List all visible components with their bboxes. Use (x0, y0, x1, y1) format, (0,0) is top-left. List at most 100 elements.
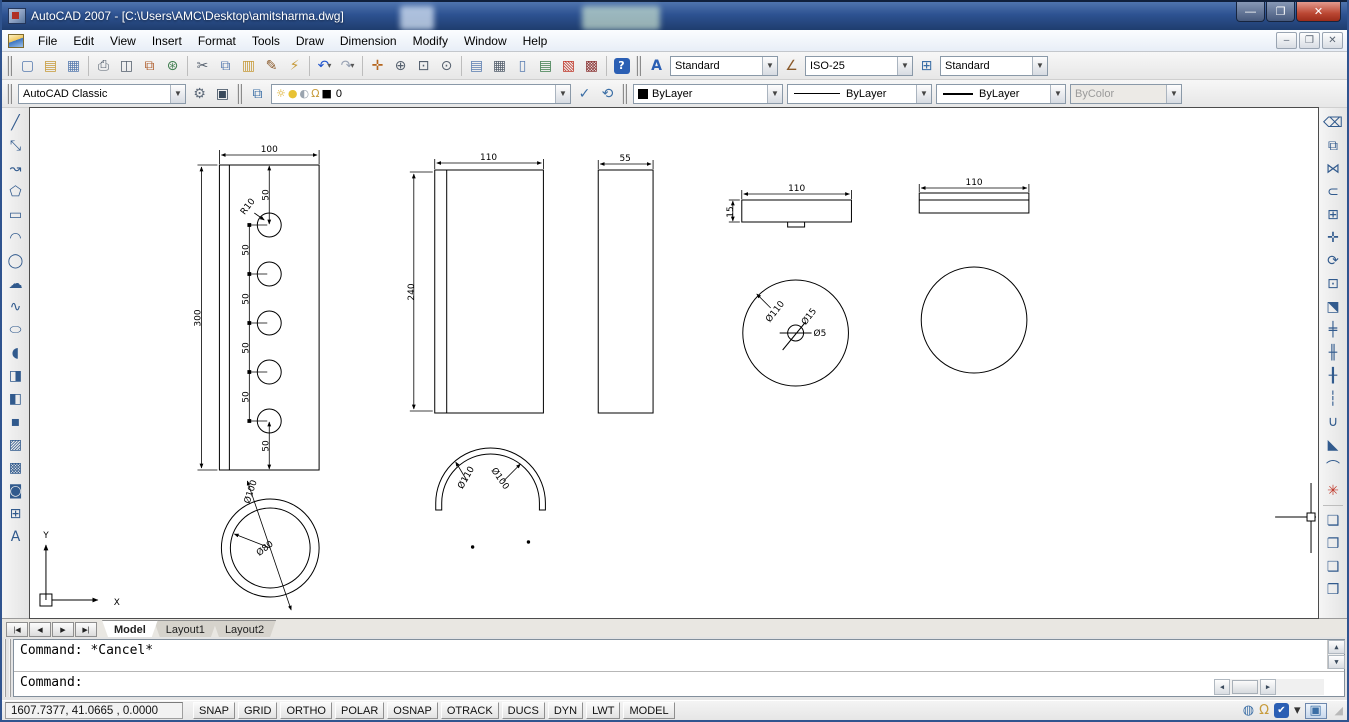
arc-icon[interactable]: ◠ (4, 226, 28, 249)
chevron-down-icon[interactable]: ▼ (1050, 84, 1065, 103)
polygon-icon[interactable]: ⬠ (4, 180, 28, 203)
tab-nav-1[interactable]: ◀ (29, 622, 51, 637)
resize-grip[interactable]: ◢ (1335, 704, 1343, 717)
revision-cloud-icon[interactable]: ☁ (4, 272, 28, 295)
status-toggle-dyn[interactable]: DYN (547, 702, 584, 719)
restore-button[interactable]: ❐ (1266, 2, 1295, 22)
table-icon[interactable]: ⊞ (4, 502, 28, 525)
copy-object-icon[interactable]: ⧉ (1321, 134, 1345, 157)
command-window-grip[interactable] (4, 639, 11, 697)
bring-to-front-icon[interactable]: ❏ (1321, 509, 1345, 532)
insert-block-icon[interactable]: ◨ (4, 364, 28, 387)
status-toggle-grid[interactable]: GRID (237, 702, 278, 719)
plot-icon[interactable]: ⎙ (92, 54, 115, 77)
text-style-combo[interactable]: Standard ▼ (670, 55, 778, 76)
line-icon[interactable]: ╱ (4, 111, 28, 134)
undo-icon[interactable]: ↶ ▾ (313, 54, 336, 77)
menu-modify[interactable]: Modify (405, 31, 456, 51)
copy-icon[interactable]: ⧉ (214, 54, 237, 77)
scroll-down-icon[interactable]: ▼ (1328, 655, 1345, 669)
tool-palettes-icon[interactable]: ▯ (511, 54, 534, 77)
color-control-combo[interactable]: ByLayer ▼ (633, 83, 783, 104)
layer-combo[interactable]: ☼ ● ◐ Ω ■ 0 ▼ (271, 83, 571, 104)
menu-tools[interactable]: Tools (244, 31, 288, 51)
quick-calc-icon[interactable]: ▩ (580, 54, 603, 77)
join-icon[interactable]: ∪ (1321, 410, 1345, 433)
scrollbar-thumb[interactable] (1232, 680, 1258, 694)
fillet-icon[interactable]: ⌒ (1321, 456, 1345, 479)
chevron-down-icon[interactable]: ▼ (767, 84, 782, 103)
tab-layout1[interactable]: Layout1 (154, 620, 217, 637)
circle-icon[interactable]: ◯ (4, 249, 28, 272)
menu-file[interactable]: File (30, 31, 65, 51)
text-style-icon[interactable]: A (645, 54, 668, 77)
zoom-window-icon[interactable]: ⊡ (412, 54, 435, 77)
multiline-text-icon[interactable]: A (4, 525, 28, 548)
doc-close-button[interactable]: ✕ (1322, 32, 1343, 49)
tab-nav-0[interactable]: |◀ (6, 622, 28, 637)
linetype-control-combo[interactable]: ByLayer ▼ (787, 83, 932, 104)
coordinates-readout[interactable]: 1607.7377, 41.0665 , 0.0000 (5, 702, 183, 719)
toolbar-grip[interactable] (622, 83, 627, 104)
close-button[interactable]: ✕ (1296, 2, 1341, 22)
menu-window[interactable]: Window (456, 31, 515, 51)
associated-standards-icon[interactable]: ✔ (1274, 703, 1289, 718)
chamfer-icon[interactable]: ◣ (1321, 433, 1345, 456)
status-toggle-snap[interactable]: SNAP (193, 702, 235, 719)
menu-help[interactable]: Help (515, 31, 556, 51)
table-style-combo[interactable]: Standard ▼ (940, 55, 1048, 76)
make-block-icon[interactable]: ◧ (4, 387, 28, 410)
menu-format[interactable]: Format (190, 31, 244, 51)
command-history-line[interactable]: Command: *Cancel* (14, 640, 1344, 665)
status-toggle-otrack[interactable]: OTRACK (440, 702, 499, 719)
menu-insert[interactable]: Insert (144, 31, 190, 51)
move-icon[interactable]: ✛ (1321, 226, 1345, 249)
polyline-icon[interactable]: ↝ (4, 157, 28, 180)
status-toggle-lwt[interactable]: LWT (586, 702, 621, 719)
doc-minimize-button[interactable]: – (1276, 32, 1297, 49)
bring-above-objects-icon[interactable]: ❑ (1321, 555, 1345, 578)
qnew-sheet-icon[interactable] (8, 33, 24, 48)
sheet-set-manager-icon[interactable]: ▤ (534, 54, 557, 77)
send-under-objects-icon[interactable]: ❒ (1321, 578, 1345, 601)
chevron-down-icon[interactable]: ▼ (916, 84, 931, 103)
ellipse-icon[interactable]: ⬭ (4, 318, 28, 341)
point-icon[interactable]: ▪ (4, 410, 28, 433)
undo-icon-dropdown[interactable]: ▾ (327, 61, 331, 70)
cut-icon[interactable]: ✂ (191, 54, 214, 77)
gradient-icon[interactable]: ▩ (4, 456, 28, 479)
zoom-realtime-icon[interactable]: ⊕ (389, 54, 412, 77)
tab-nav-2[interactable]: ▶ (52, 622, 74, 637)
redo-icon-dropdown[interactable]: ▾ (350, 61, 354, 70)
publish-icon[interactable]: ⧉ (138, 54, 161, 77)
extend-icon[interactable]: ╫ (1321, 341, 1345, 364)
command-hscrollbar[interactable]: ◀ ▶ (1214, 679, 1324, 695)
workspace-save-icon[interactable]: ▣ (211, 82, 234, 105)
menu-dimension[interactable]: Dimension (332, 31, 405, 51)
command-input-line[interactable]: Command: (14, 671, 1344, 696)
workspaces-combo[interactable]: AutoCAD Classic ▼ (18, 83, 186, 104)
drawing-canvas[interactable]: 100 300 50 50 50 50 50 50 R10 110 240 55… (29, 107, 1319, 619)
status-toggle-model[interactable]: MODEL (623, 702, 675, 719)
tab-nav-3[interactable]: ▶| (75, 622, 97, 637)
tray-settings-arrow-icon[interactable]: ▾ (1294, 703, 1301, 718)
open-icon[interactable]: ▤ (39, 54, 62, 77)
doc-restore-button[interactable]: ❐ (1299, 32, 1320, 49)
properties-icon[interactable]: ▤ (465, 54, 488, 77)
minimize-button[interactable]: — (1236, 2, 1265, 22)
plot-preview-icon[interactable]: ◫ (115, 54, 138, 77)
explode-icon[interactable]: ✳ (1321, 479, 1345, 502)
chevron-down-icon[interactable]: ▼ (555, 84, 570, 103)
toolbar-grip[interactable] (636, 55, 641, 76)
clean-screen-button[interactable]: ▣ (1304, 702, 1327, 719)
save-icon[interactable]: ▦ (62, 54, 85, 77)
hatch-icon[interactable]: ▨ (4, 433, 28, 456)
array-icon[interactable]: ⊞ (1321, 203, 1345, 226)
workspace-settings-icon[interactable]: ⚙ (188, 82, 211, 105)
markup-set-manager-icon[interactable]: ▧ (557, 54, 580, 77)
break-at-point-icon[interactable]: ╂ (1321, 364, 1345, 387)
menu-view[interactable]: View (102, 31, 144, 51)
erase-icon[interactable]: ⌫ (1321, 111, 1345, 134)
tab-model[interactable]: Model (102, 620, 158, 637)
match-properties-icon[interactable]: ✎ (260, 54, 283, 77)
